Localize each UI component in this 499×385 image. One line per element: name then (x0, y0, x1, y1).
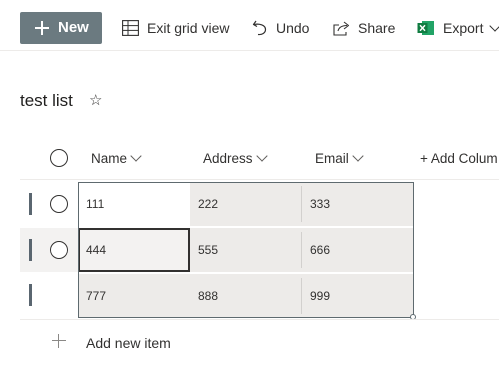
cell-email[interactable]: 666 (302, 228, 414, 272)
column-header-email[interactable]: Email (315, 140, 364, 176)
undo-label: Undo (276, 20, 310, 36)
column-separator (301, 232, 302, 268)
share-label: Share (358, 20, 396, 36)
row-drag-handle[interactable] (29, 239, 32, 261)
cell-name-active[interactable]: 444 (78, 228, 190, 272)
cell-email[interactable]: 333 (302, 182, 414, 226)
cell-name[interactable]: 111 (78, 182, 190, 226)
add-icon[interactable] (52, 334, 66, 348)
cell-address[interactable]: 222 (190, 182, 302, 226)
column-header-label: Email (315, 150, 349, 166)
exit-grid-view-button[interactable]: Exit grid view (122, 14, 229, 42)
column-header-label: Name (91, 150, 128, 166)
grid-icon (122, 20, 139, 36)
undo-icon (252, 20, 267, 36)
new-button[interactable]: New (20, 12, 102, 44)
list-title: test list (20, 91, 73, 110)
row-checkbox[interactable] (50, 241, 68, 259)
chevron-down-icon (489, 19, 499, 32)
command-bar-divider (0, 50, 499, 51)
cell-email[interactable]: 999 (302, 274, 414, 318)
chevron-down-icon (255, 149, 268, 162)
chevron-down-icon (352, 149, 364, 162)
column-header-address[interactable]: Address (203, 140, 268, 176)
add-column-button[interactable]: + Add Colum (420, 140, 498, 176)
cell-name[interactable]: 777 (78, 274, 190, 318)
grid-bottom-divider (20, 319, 499, 320)
export-button[interactable]: Export (417, 14, 499, 42)
command-bar: New Exit grid view Undo Share Export (0, 0, 499, 56)
undo-button[interactable]: Undo (252, 14, 309, 42)
column-separator (301, 186, 302, 222)
star-icon[interactable]: ☆ (89, 91, 102, 109)
add-column-label: + Add Colum (420, 150, 498, 166)
share-button[interactable]: Share (333, 14, 395, 42)
select-all-checkbox[interactable] (50, 149, 68, 167)
header-divider (20, 179, 499, 180)
export-label: Export (443, 20, 484, 36)
cell-address[interactable]: 555 (190, 228, 302, 272)
row-separator (78, 272, 414, 274)
plus-icon (34, 20, 50, 36)
row-drag-handle[interactable] (29, 193, 32, 215)
excel-icon (417, 21, 434, 35)
share-icon (333, 21, 350, 36)
add-new-item-button[interactable]: Add new item (86, 335, 171, 351)
row-drag-handle[interactable] (29, 284, 32, 306)
column-separator (301, 278, 302, 314)
column-header-label: Address (203, 150, 253, 166)
exit-grid-view-label: Exit grid view (147, 20, 230, 36)
chevron-down-icon (130, 149, 142, 162)
row-checkbox[interactable] (50, 195, 68, 213)
column-header-name[interactable]: Name (91, 140, 142, 176)
cell-address[interactable]: 888 (190, 274, 302, 318)
new-button-label: New (58, 19, 89, 36)
row-separator (78, 226, 414, 228)
